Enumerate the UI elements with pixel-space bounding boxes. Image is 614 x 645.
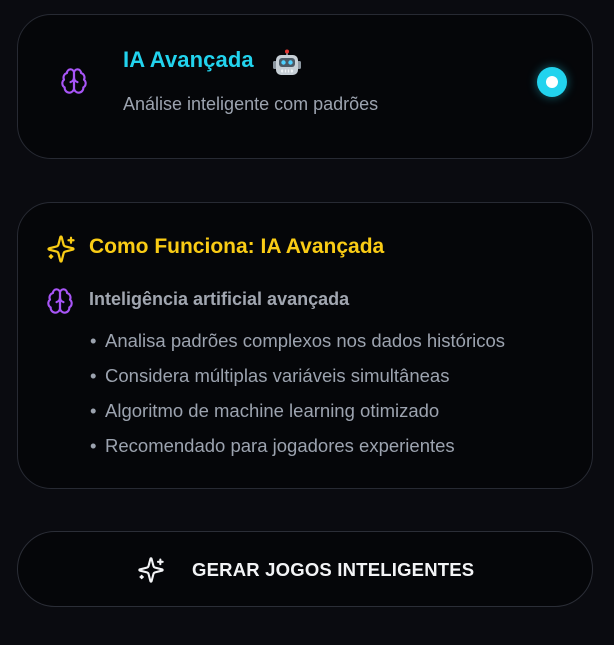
feature-item: • Considera múltiplas variáveis simultâne… bbox=[90, 365, 450, 386]
how-it-works-subtitle: Inteligência artificial avançada bbox=[89, 289, 350, 309]
feature-item: • Recomendado para jogadores experientes bbox=[90, 435, 455, 456]
feature-list: • Analisa padrões complexos nos dados his… bbox=[90, 329, 505, 469]
how-it-works-card: Como Funciona: IA Avançada Inteligência … bbox=[17, 202, 593, 489]
selected-radio-indicator[interactable] bbox=[537, 67, 567, 97]
sparkles-icon bbox=[138, 557, 164, 583]
generate-games-button[interactable]: GERAR JOGOS INTELIGENTES bbox=[17, 531, 593, 607]
sparkles-icon bbox=[47, 235, 75, 263]
feature-text: Analisa padrões complexos nos dados hist… bbox=[105, 330, 506, 351]
how-it-works-title: Como Funciona: IA Avançada bbox=[89, 235, 385, 258]
brain-icon bbox=[61, 68, 87, 94]
robot-icon bbox=[273, 49, 301, 75]
feature-text: Algoritmo de machine learning otimizado bbox=[105, 400, 440, 421]
option-title: IA Avançada bbox=[123, 47, 254, 72]
option-description: Análise inteligente com padrões bbox=[123, 94, 379, 114]
feature-item: • Analisa padrões complexos nos dados his… bbox=[90, 330, 506, 351]
generate-games-label: GERAR JOGOS INTELIGENTES bbox=[192, 559, 475, 580]
feature-item: • Algoritmo de machine learning otimizado bbox=[90, 400, 440, 421]
feature-text: Considera múltiplas variáveis simultânea… bbox=[105, 365, 450, 386]
feature-text: Recomendado para jogadores experientes bbox=[105, 435, 455, 456]
brain-icon bbox=[47, 288, 73, 314]
ai-mode-option-card[interactable]: IA Avançada Análise inteligente com padr… bbox=[17, 14, 593, 159]
